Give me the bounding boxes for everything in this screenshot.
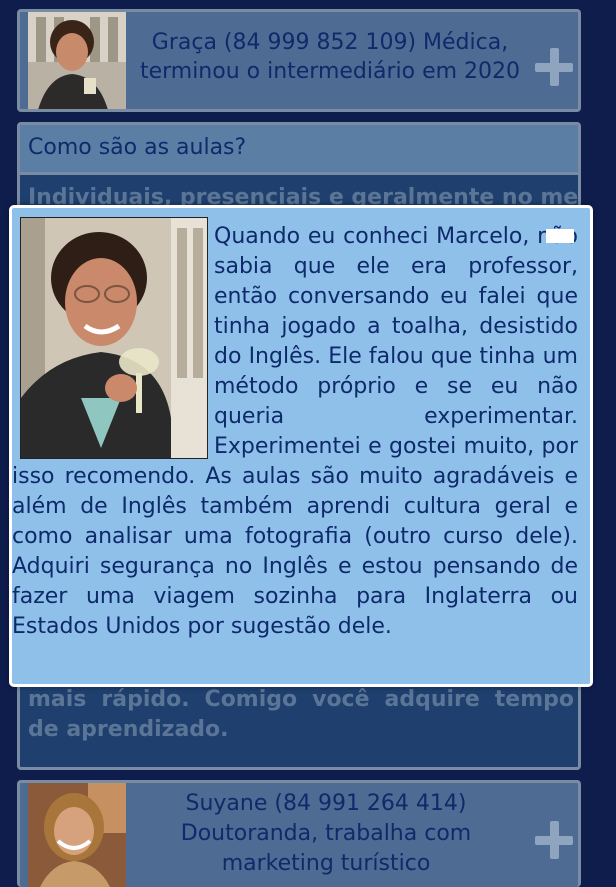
testimonial-caption: Suyane (84 991 264 414) Doutoranda, trab…: [180, 791, 472, 876]
testimonial-photo: [28, 783, 126, 887]
plus-icon[interactable]: [535, 48, 573, 86]
testimonial-modal: Quando eu conheci Marcelo, não sabia que…: [9, 205, 593, 687]
testimonial-card-top[interactable]: Graça (84 999 852 109) Médica, terminou …: [17, 9, 581, 112]
plus-icon[interactable]: [535, 821, 573, 859]
faq-question[interactable]: Como são as aulas?: [20, 125, 578, 175]
faq-answer-end: mais rápido. Comigo você adquire tempo d…: [28, 687, 574, 742]
testimonial-photo: [28, 12, 126, 109]
faq-answer: Individuais, presenciais e geralmente no…: [20, 175, 578, 742]
modal-photo: [20, 217, 208, 459]
testimonial-caption: Graça (84 999 852 109) Médica, terminou …: [139, 30, 521, 84]
testimonial-card-bottom[interactable]: Suyane (84 991 264 414) Doutoranda, trab…: [17, 780, 581, 887]
close-icon[interactable]: [546, 229, 574, 243]
